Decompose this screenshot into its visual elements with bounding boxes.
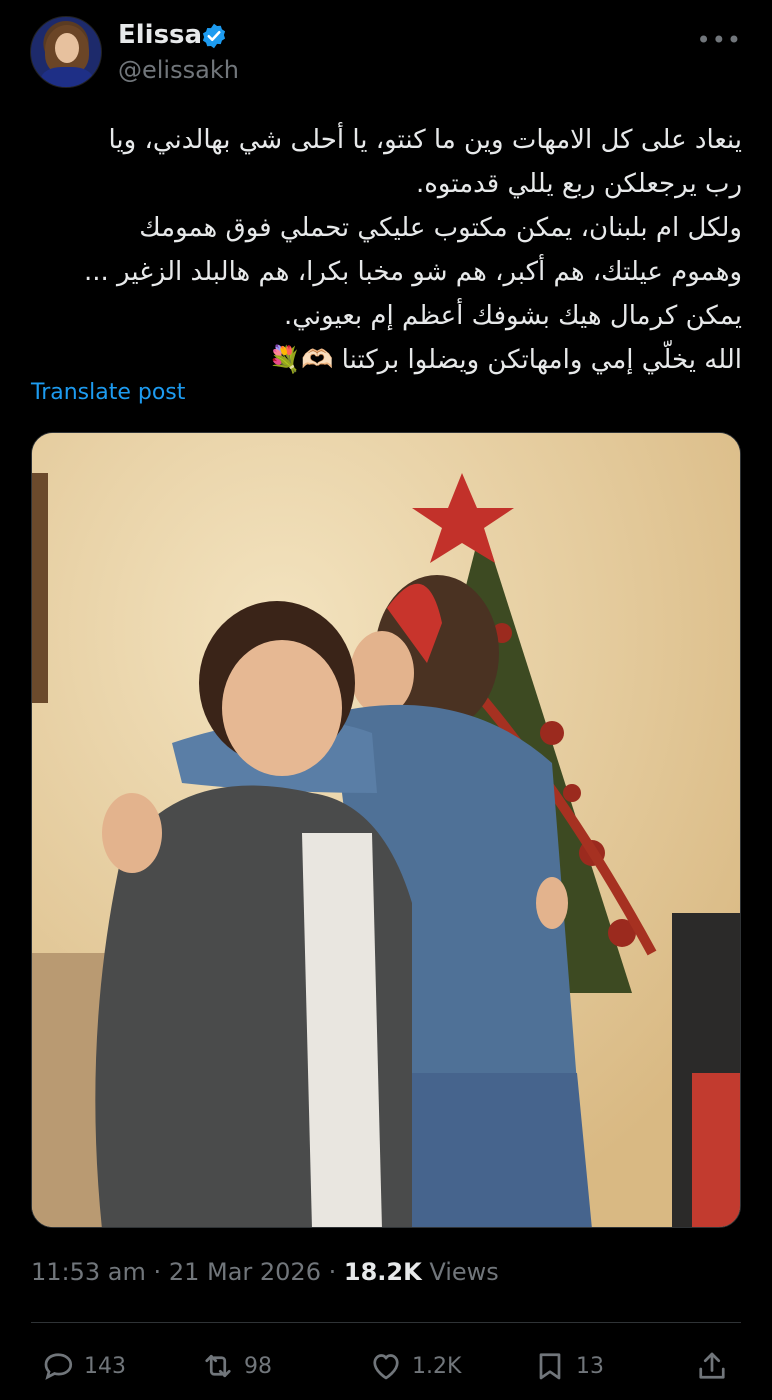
divider — [31, 1322, 741, 1323]
reply-button[interactable]: 143 — [40, 1346, 126, 1386]
tweet-header: Elissa @elissakh ••• — [0, 0, 772, 100]
author-handle[interactable]: @elissakh — [118, 56, 239, 84]
tweet-text: ينعاد على كل الامهات وين ما كنتو، يا أحل… — [30, 118, 742, 382]
tweet-line: يمكن كرمال هيك بشوفك أعظم إم بعيوني. — [283, 301, 742, 331]
tweet-line: رب يرجعلكن ربع يللي قدمتوه. — [416, 169, 742, 199]
repost-button[interactable]: 98 — [200, 1346, 272, 1386]
share-icon — [699, 1352, 725, 1379]
tweet-line: ينعاد على كل الامهات وين ما كنتو، يا أحل… — [108, 125, 743, 155]
tweet-date[interactable]: 21 Mar 2026 — [169, 1258, 321, 1286]
reply-icon — [44, 1353, 73, 1380]
tweet-meta: 11:53 am · 21 Mar 2026 · 18.2K Views — [31, 1258, 499, 1286]
like-count: 1.2K — [412, 1353, 462, 1379]
tweet-line: ولكل ام بلبنان، يمكن مكتوب عليكي تحملي ف… — [139, 213, 742, 243]
tweet-time[interactable]: 11:53 am — [31, 1258, 146, 1286]
author-name[interactable]: Elissa — [118, 20, 202, 50]
action-bar: 143 98 1.2K 13 — [0, 1340, 772, 1390]
verified-badge-icon — [202, 23, 226, 49]
heart-icon — [373, 1354, 399, 1380]
repost-count: 98 — [244, 1353, 272, 1379]
share-button[interactable] — [694, 1346, 730, 1386]
views-label: Views — [429, 1258, 499, 1286]
views-count[interactable]: 18.2K — [344, 1258, 422, 1286]
avatar[interactable] — [30, 16, 102, 88]
bookmark-icon — [539, 1353, 561, 1380]
reply-count: 143 — [84, 1353, 126, 1379]
tweet-line: الله يخلّي إمي وامهاتكن ويضلوا بركتنا 🫶🏻… — [268, 345, 742, 375]
repost-icon — [205, 1354, 231, 1378]
bookmark-button[interactable]: 13 — [532, 1346, 604, 1386]
meta-separator: · — [328, 1258, 337, 1286]
meta-separator: · — [153, 1258, 162, 1286]
photo-illustration — [32, 433, 740, 1227]
more-horizontal-icon[interactable]: ••• — [697, 26, 742, 54]
translate-post-link[interactable]: Translate post — [31, 380, 185, 405]
tweet-photo[interactable] — [31, 432, 741, 1228]
bookmark-count: 13 — [576, 1353, 604, 1379]
like-button[interactable]: 1.2K — [368, 1346, 461, 1386]
tweet-line: وهموم عيلتك، هم أكبر، هم شو مخبا بكرا، ه… — [83, 257, 742, 287]
